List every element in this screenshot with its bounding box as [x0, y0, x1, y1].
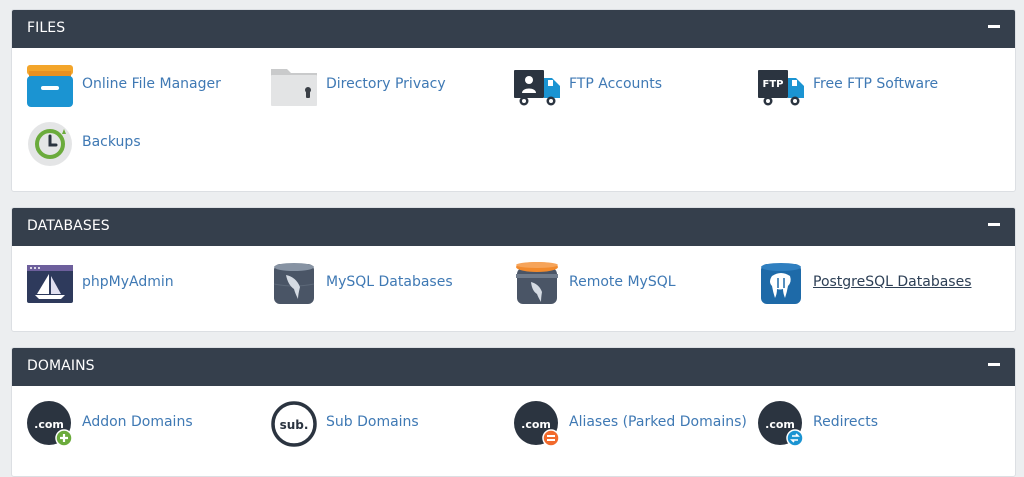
- backup-clock-icon: [26, 120, 74, 168]
- minus-icon: [988, 223, 1000, 226]
- postgresql-databases-link[interactable]: PostgreSQL Databases: [757, 260, 987, 308]
- file-manager-icon: [26, 62, 74, 110]
- com-icon-text: .com: [521, 418, 551, 431]
- remote-mysql-icon: [513, 260, 561, 308]
- addon-domains-link[interactable]: .com Addon Domains: [26, 400, 226, 448]
- alias-domain-icon: .com: [513, 400, 561, 448]
- addon-domain-icon: .com: [26, 400, 74, 448]
- free-ftp-software-link[interactable]: FTP Free FTP Software: [757, 62, 977, 110]
- aliases-label: Aliases (Parked Domains): [569, 414, 747, 430]
- backups-label: Backups: [82, 134, 141, 150]
- backups-link[interactable]: Backups: [26, 120, 226, 168]
- directory-privacy-link[interactable]: Directory Privacy: [270, 62, 490, 110]
- redirects-link[interactable]: .com Redirects: [757, 400, 957, 448]
- com-icon-text: .com: [34, 418, 64, 431]
- sub-domains-link[interactable]: sub. Sub Domains: [270, 400, 470, 448]
- remote-mysql-label: Remote MySQL: [569, 274, 676, 290]
- subdomain-icon: sub.: [270, 400, 318, 448]
- files-panel: FILES Online File Manager Directory Priv…: [11, 9, 1016, 192]
- files-collapse-button[interactable]: [988, 21, 1001, 33]
- phpmyadmin-link[interactable]: phpMyAdmin: [26, 260, 226, 308]
- directory-privacy-label: Directory Privacy: [326, 76, 446, 92]
- databases-panel-title: DATABASES: [27, 218, 110, 234]
- domains-collapse-button[interactable]: [988, 359, 1001, 371]
- online-file-manager-label: Online File Manager: [82, 76, 221, 92]
- aliases-link[interactable]: .com Aliases (Parked Domains): [513, 400, 753, 448]
- online-file-manager-link[interactable]: Online File Manager: [26, 62, 246, 110]
- domains-panel-title: DOMAINS: [27, 358, 95, 374]
- postgresql-databases-label: PostgreSQL Databases: [813, 274, 972, 290]
- databases-panel-header[interactable]: DATABASES: [12, 208, 1015, 246]
- minus-icon: [988, 25, 1000, 28]
- mysql-databases-label: MySQL Databases: [326, 274, 453, 290]
- locked-folder-icon: [270, 62, 318, 110]
- mysql-databases-link[interactable]: MySQL Databases: [270, 260, 490, 308]
- ftp-truck-user-icon: [513, 62, 561, 110]
- remote-mysql-link[interactable]: Remote MySQL: [513, 260, 733, 308]
- ftp-truck-icon: FTP: [757, 62, 805, 110]
- mysql-database-icon: [270, 260, 318, 308]
- sub-icon-text: sub.: [280, 418, 309, 432]
- ftp-accounts-link[interactable]: FTP Accounts: [513, 62, 733, 110]
- postgresql-elephant-icon: [757, 260, 805, 308]
- databases-collapse-button[interactable]: [988, 219, 1001, 231]
- sub-domains-label: Sub Domains: [326, 414, 419, 430]
- files-panel-title: FILES: [27, 20, 66, 36]
- phpmyadmin-sailboat-icon: [26, 260, 74, 308]
- domains-panel-header[interactable]: DOMAINS: [12, 348, 1015, 386]
- free-ftp-software-label: Free FTP Software: [813, 76, 939, 92]
- phpmyadmin-label: phpMyAdmin: [82, 274, 174, 290]
- redirect-domain-icon: .com: [757, 400, 805, 448]
- databases-panel: DATABASES phpMyAdmin MySQL Databases Rem…: [11, 207, 1016, 332]
- domains-panel: DOMAINS .com Addon Domains sub. Sub Doma…: [11, 347, 1016, 477]
- addon-domains-label: Addon Domains: [82, 414, 193, 430]
- redirects-label: Redirects: [813, 414, 879, 430]
- ftp-icon-text: FTP: [763, 79, 784, 90]
- com-icon-text: .com: [765, 418, 795, 431]
- files-panel-header[interactable]: FILES: [12, 10, 1015, 48]
- ftp-accounts-label: FTP Accounts: [569, 76, 663, 92]
- minus-icon: [988, 363, 1000, 366]
